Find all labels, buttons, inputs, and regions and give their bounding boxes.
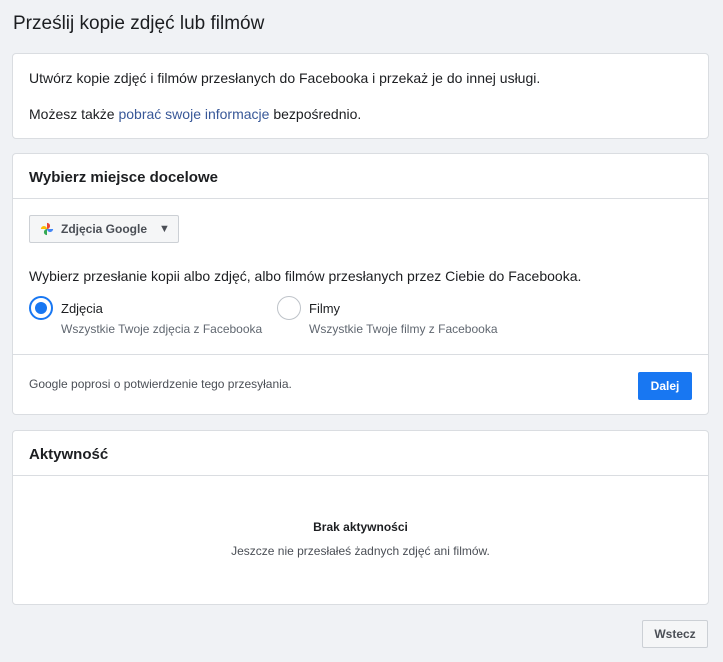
caret-down-icon: ▼ xyxy=(159,223,170,235)
radio-photos-description: Wszystkie Twoje zdjęcia z Facebooka xyxy=(61,322,263,336)
back-button[interactable]: Wstecz xyxy=(642,620,708,648)
google-photos-icon xyxy=(40,222,54,236)
intro-text: Utwórz kopie zdjęć i filmów przesłanych … xyxy=(29,70,541,86)
radio-videos-label: Filmy xyxy=(309,301,341,316)
destination-select-label: Zdjęcia Google xyxy=(61,222,148,236)
download-info-prefix: Możesz także xyxy=(29,106,119,122)
download-info-link[interactable]: pobrać swoje informacje xyxy=(118,106,269,122)
no-activity-title: Brak aktywności xyxy=(313,520,408,534)
radio-photos-label: Zdjęcia xyxy=(61,301,103,316)
activity-header: Aktywność xyxy=(13,431,708,476)
confirmation-note: Google poprosi o potwierdzenie tego prze… xyxy=(29,377,292,391)
no-activity-text: Jeszcze nie przesłałeś żadnych zdjęć ani… xyxy=(231,544,490,558)
next-button[interactable]: Dalej xyxy=(638,372,692,400)
radio-option-videos[interactable]: Filmy Wszystkie Twoje filmy z Facebooka xyxy=(277,296,498,336)
destination-card: Wybierz miejsce docelowe Zdjęcia Google … xyxy=(12,153,709,415)
download-info-text: Możesz także pobrać swoje informacje bez… xyxy=(29,106,361,122)
activity-card: Aktywność Brak aktywności Jeszcze nie pr… xyxy=(12,430,709,605)
choose-type-text: Wybierz przesłanie kopii albo zdjęć, alb… xyxy=(29,268,582,284)
destination-header: Wybierz miejsce docelowe xyxy=(13,154,708,199)
destination-footer: Google poprosi o potwierdzenie tego prze… xyxy=(13,354,708,415)
radio-videos-description: Wszystkie Twoje filmy z Facebooka xyxy=(309,322,498,336)
radio-photos[interactable] xyxy=(29,296,53,320)
download-info-suffix: bezpośrednio. xyxy=(269,106,362,122)
intro-card: Utwórz kopie zdjęć i filmów przesłanych … xyxy=(12,53,709,139)
destination-select[interactable]: Zdjęcia Google ▼ xyxy=(29,215,179,243)
radio-option-photos[interactable]: Zdjęcia Wszystkie Twoje zdjęcia z Facebo… xyxy=(29,296,262,336)
radio-videos[interactable] xyxy=(277,296,301,320)
page-title: Prześlij kopie zdjęć lub filmów xyxy=(13,13,265,34)
